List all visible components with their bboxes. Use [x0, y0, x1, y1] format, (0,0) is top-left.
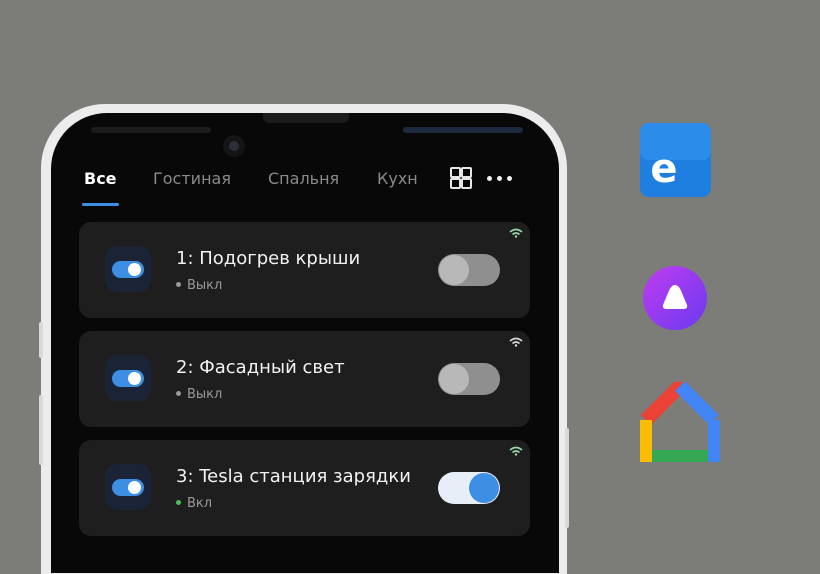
google-home-icon — [640, 382, 720, 462]
camera-icon — [223, 135, 245, 157]
room-tabs: Все Гостиная Спальня Кухн — [51, 165, 559, 209]
ewelink-icon: e — [640, 123, 711, 197]
switch-device-icon — [105, 355, 151, 401]
device-title: 2: Фасадный свет — [176, 357, 345, 378]
phone-side-button — [39, 322, 43, 358]
phone-side-button — [565, 428, 569, 528]
phone-speaker — [263, 113, 349, 123]
tab-kitchen[interactable]: Кухн — [377, 169, 418, 188]
device-card[interactable]: 3: Tesla станция зарядки Вкл — [79, 440, 530, 536]
wifi-signal-icon — [509, 228, 523, 238]
alice-icon — [643, 266, 707, 330]
device-status: Вкл — [176, 496, 212, 511]
device-card[interactable]: 2: Фасадный свет Выкл — [79, 331, 530, 427]
tab-living-room[interactable]: Гостиная — [153, 169, 231, 188]
device-toggle[interactable] — [438, 472, 500, 504]
switch-device-icon — [105, 464, 151, 510]
tab-bedroom[interactable]: Спальня — [268, 169, 339, 188]
device-status-text: Выкл — [187, 278, 223, 293]
device-status-text: Выкл — [187, 387, 223, 402]
wifi-signal-icon — [509, 446, 523, 456]
device-status-text: Вкл — [187, 496, 213, 511]
wifi-signal-icon — [509, 337, 523, 347]
device-title: 1: Подогрев крыши — [176, 248, 361, 269]
device-status: Выкл — [176, 387, 222, 402]
tab-all[interactable]: Все — [84, 169, 117, 188]
device-card[interactable]: 1: Подогрев крыши Выкл — [79, 222, 530, 318]
phone-side-button — [39, 395, 43, 465]
status-dot — [176, 500, 181, 505]
svg-text:e: e — [650, 146, 677, 192]
device-title: 3: Tesla станция зарядки — [176, 466, 411, 487]
device-status: Выкл — [176, 278, 222, 293]
status-bar-right — [403, 127, 523, 133]
status-bar-left — [91, 127, 211, 133]
device-toggle[interactable] — [438, 254, 500, 286]
phone-screen: Все Гостиная Спальня Кухн 1: Подогрев кр… — [51, 113, 559, 573]
active-tab-indicator — [82, 203, 119, 206]
status-dot — [176, 391, 181, 396]
device-toggle[interactable] — [438, 363, 500, 395]
status-dot — [176, 282, 181, 287]
more-dots-icon[interactable] — [487, 173, 517, 183]
grid-icon[interactable] — [450, 167, 472, 189]
switch-device-icon — [105, 246, 151, 292]
